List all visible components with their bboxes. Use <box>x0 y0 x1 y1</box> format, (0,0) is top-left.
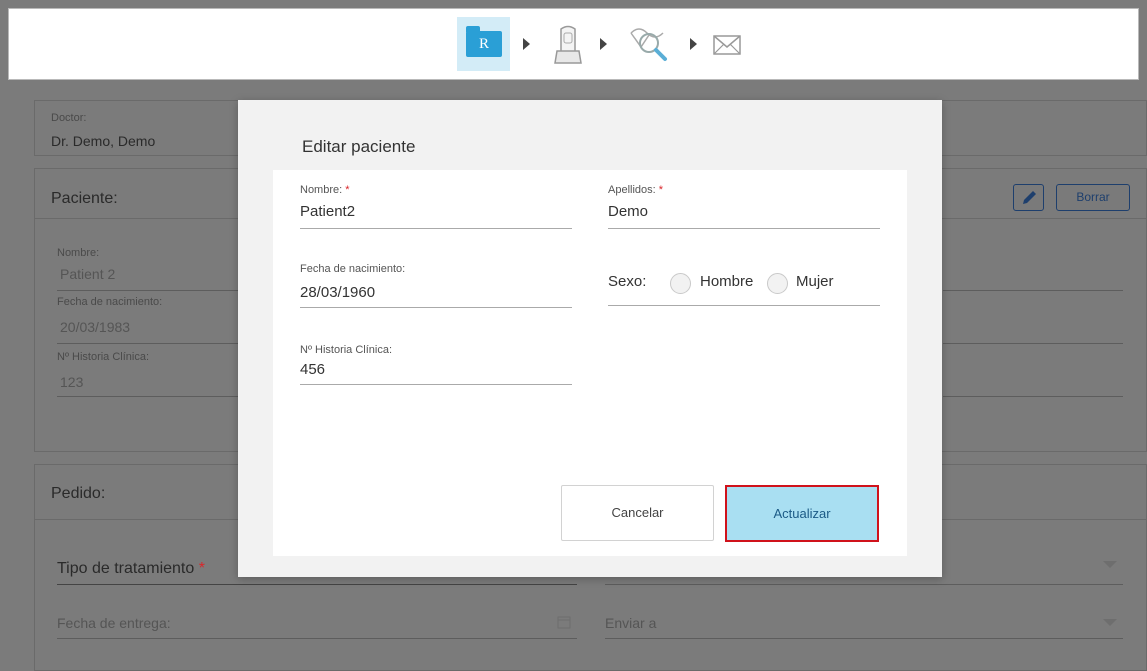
step-arrow-icon <box>600 38 607 50</box>
edit-patient-dialog: Editar paciente Nombre: * Patient2 Apell… <box>238 100 942 577</box>
chevron-down-icon <box>1103 619 1117 626</box>
step-send-button[interactable] <box>712 29 742 61</box>
sex-male-label[interactable]: Hombre <box>700 273 753 290</box>
last-name-label: Apellidos: * <box>608 184 664 196</box>
patient-title: Paciente: <box>51 190 118 207</box>
dialog-title: Editar paciente <box>302 137 416 156</box>
patient-chart-value: 123 <box>60 374 84 390</box>
step-scan-button[interactable] <box>551 25 585 65</box>
first-name-label: Nombre: * <box>300 184 350 196</box>
patient-name-label: Nombre: <box>57 247 100 259</box>
calendar-icon[interactable] <box>557 615 571 629</box>
patient-dob-label: Fecha de nacimiento: <box>57 296 163 308</box>
sex-label: Sexo: <box>608 273 647 290</box>
chevron-down-icon <box>1103 561 1117 568</box>
edit-patient-button[interactable] <box>1013 184 1044 211</box>
doctor-label: Doctor: <box>51 112 87 124</box>
send-icon <box>713 35 741 55</box>
sex-male-radio[interactable] <box>670 273 691 294</box>
patient-dob-value: 20/03/1983 <box>60 319 131 335</box>
delivery-date-field[interactable]: Fecha de entrega: <box>57 615 171 631</box>
chart-number-field[interactable]: 456 <box>300 361 325 378</box>
update-button[interactable]: Actualizar <box>725 485 879 542</box>
last-name-field[interactable]: Demo <box>608 203 648 220</box>
dob-field[interactable]: 28/03/1960 <box>300 284 375 301</box>
pencil-icon <box>1023 191 1036 204</box>
view-icon <box>630 28 667 61</box>
cancel-button[interactable]: Cancelar <box>561 485 714 541</box>
step-arrow-icon <box>523 38 530 50</box>
step-arrow-icon <box>690 38 697 50</box>
rx-folder-icon: R <box>466 26 502 57</box>
patient-chart-label: Nº Historia Clínica: <box>57 351 150 363</box>
scan-icon <box>554 25 582 64</box>
doctor-value: Dr. Demo, Demo <box>51 133 156 149</box>
first-name-field[interactable]: Patient2 <box>300 203 355 220</box>
chart-number-label: Nº Historia Clínica: <box>300 344 393 356</box>
sex-female-label[interactable]: Mujer <box>796 273 834 290</box>
workflow-toolbar: R <box>8 8 1139 80</box>
patient-name-value: Patient 2 <box>60 266 116 282</box>
dialog-body: Nombre: * Patient2 Apellidos: * Demo Fec… <box>273 170 907 556</box>
send-to-field[interactable]: Enviar a <box>605 615 656 631</box>
dob-label: Fecha de nacimiento: <box>300 263 406 275</box>
step-view-button[interactable] <box>629 25 669 65</box>
order-title: Pedido: <box>51 485 106 502</box>
step-rx-button[interactable]: R <box>457 17 510 71</box>
delete-patient-button[interactable]: Borrar <box>1056 184 1130 211</box>
treatment-type-label[interactable]: Tipo de tratamiento * <box>57 560 205 578</box>
sex-female-radio[interactable] <box>767 273 788 294</box>
